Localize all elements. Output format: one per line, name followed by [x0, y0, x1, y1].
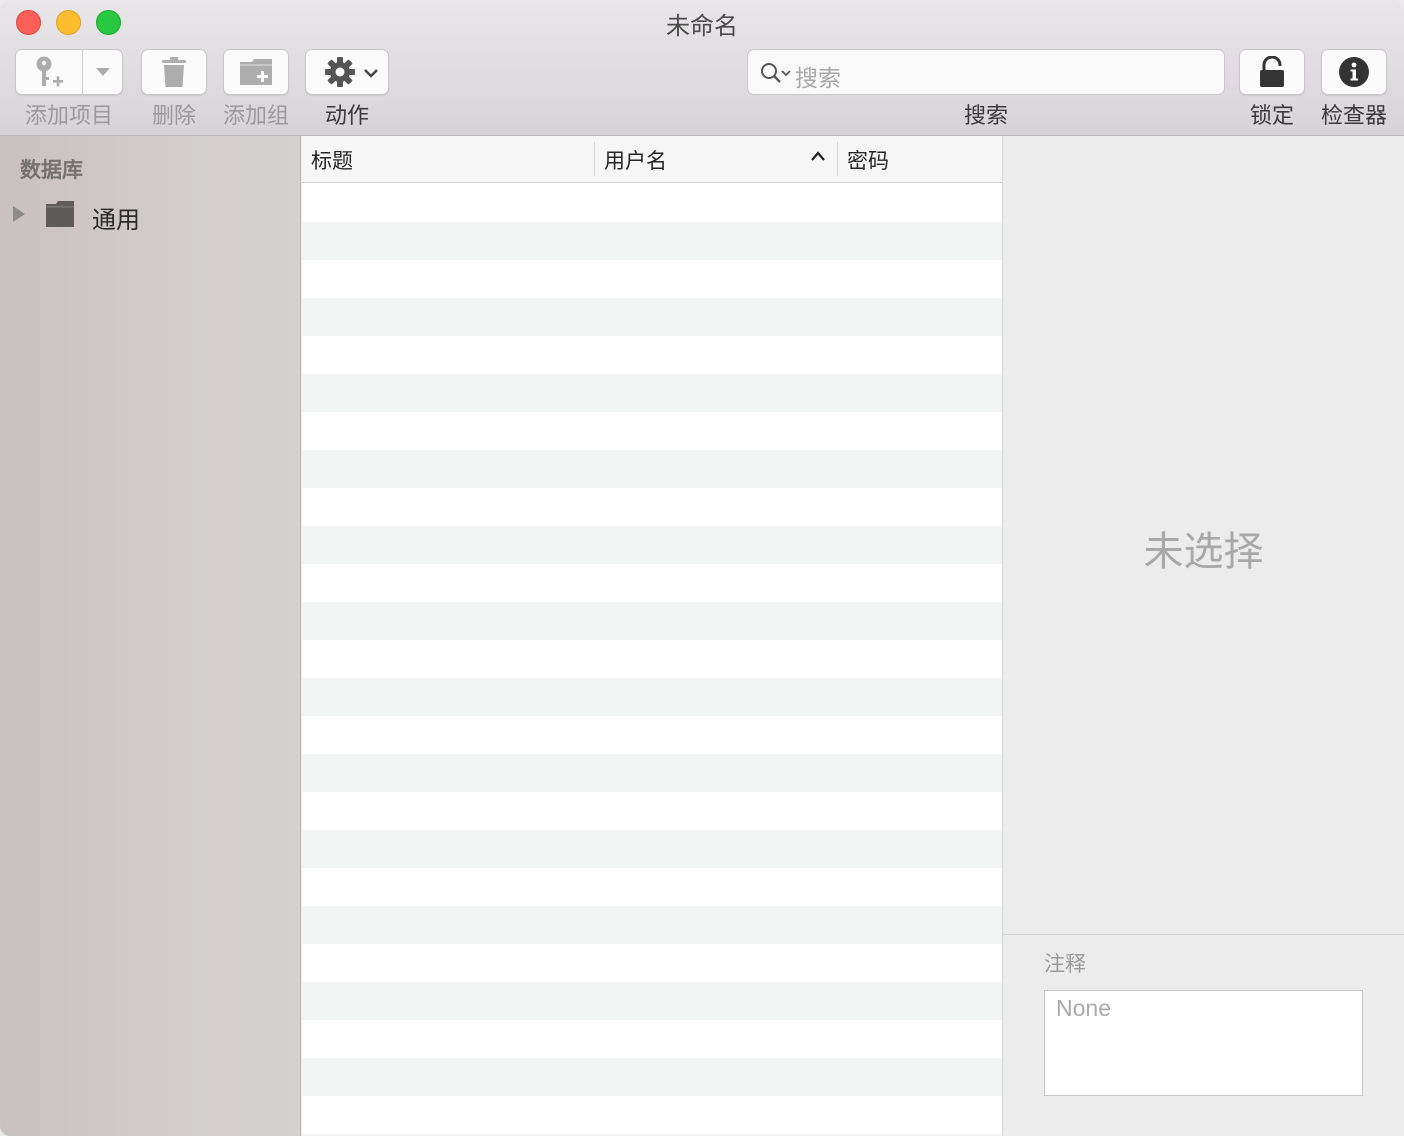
table-row-empty [302, 488, 1002, 526]
table-row-empty [302, 412, 1002, 450]
entries-table[interactable]: 标题 用户名 密码 [302, 136, 1002, 1136]
window-title: 未命名 [666, 12, 738, 40]
info-icon [1339, 57, 1369, 87]
folder-icon [46, 201, 74, 227]
notes-placeholder: None [1056, 995, 1111, 1021]
sidebar-header: 数据库 [20, 158, 83, 182]
table-row-empty [302, 944, 1002, 982]
inspector-button[interactable] [1321, 49, 1387, 95]
title-bar: 未命名 添加项目 删除 添加组 动作 搜索 搜索 锁定 检查器 [0, 0, 1404, 136]
add-group-button[interactable] [223, 49, 289, 95]
table-row-empty [302, 222, 1002, 260]
trash-icon [162, 57, 186, 87]
table-row-empty [302, 1096, 1002, 1134]
notes-field[interactable]: None [1044, 990, 1363, 1096]
notes-label: 注释 [1044, 952, 1086, 976]
lock-open-icon [1260, 56, 1284, 87]
sidebar: 数据库 通用 [0, 136, 301, 1136]
table-row-empty [302, 260, 1002, 298]
key-add-icon [36, 56, 63, 87]
table-row-empty [302, 336, 1002, 374]
table-row-empty [302, 792, 1002, 830]
add-item-dropdown-button[interactable] [83, 50, 123, 94]
chevron-down-icon [364, 69, 378, 78]
table-row-empty [302, 1058, 1002, 1096]
search-icon [761, 63, 791, 83]
add-item-button[interactable] [15, 49, 123, 95]
table-row-empty [302, 982, 1002, 1020]
lock-label: 锁定 [1249, 104, 1294, 129]
lock-button[interactable] [1239, 49, 1305, 95]
add-group-label: 添加组 [223, 104, 290, 129]
table-row-empty [302, 526, 1002, 564]
table-row-empty [302, 868, 1002, 906]
dropdown-triangle-icon [96, 68, 110, 76]
table-row-empty [302, 184, 1002, 222]
table-row-empty [302, 564, 1002, 602]
table-row-empty [302, 716, 1002, 754]
inspector-label: 检查器 [1320, 104, 1387, 129]
delete-label: 删除 [151, 104, 196, 129]
table-rows [302, 184, 1002, 1136]
sidebar-item-general[interactable]: 通用 [0, 196, 300, 236]
table-row-empty [302, 1020, 1002, 1058]
table-row-empty [302, 754, 1002, 792]
disclosure-triangle-icon[interactable] [12, 205, 26, 223]
app-window: 未命名 添加项目 删除 添加组 动作 搜索 搜索 锁定 检查器 数据库 通用 标… [0, 0, 1404, 1136]
table-row-empty [302, 374, 1002, 412]
gear-icon [325, 57, 355, 87]
table-row-empty [302, 450, 1002, 488]
table-row-empty [302, 298, 1002, 336]
folder-add-icon [240, 59, 272, 85]
sort-ascending-icon [811, 151, 825, 161]
inspector-panel: 未选择 注释 None [1003, 136, 1404, 1136]
column-header-title[interactable]: 标题 [311, 145, 353, 175]
search-placeholder: 搜索 [795, 66, 841, 92]
delete-button[interactable] [141, 49, 207, 95]
table-row-empty [302, 678, 1002, 716]
column-header-username[interactable]: 用户名 [604, 145, 667, 175]
search-field[interactable]: 搜索 [747, 49, 1225, 95]
sidebar-item-label: 通用 [92, 206, 140, 234]
search-label: 搜索 [963, 104, 1008, 129]
column-header-password[interactable]: 密码 [847, 145, 889, 175]
action-menu-button[interactable] [305, 49, 389, 95]
add-item-label: 添加项目 [24, 104, 113, 129]
table-row-empty [302, 906, 1002, 944]
action-label: 动作 [324, 104, 369, 129]
no-selection-text: 未选择 [1143, 529, 1264, 575]
table-row-empty [302, 602, 1002, 640]
table-row-empty [302, 640, 1002, 678]
table-header: 标题 用户名 密码 [302, 136, 1002, 183]
table-row-empty [302, 830, 1002, 868]
